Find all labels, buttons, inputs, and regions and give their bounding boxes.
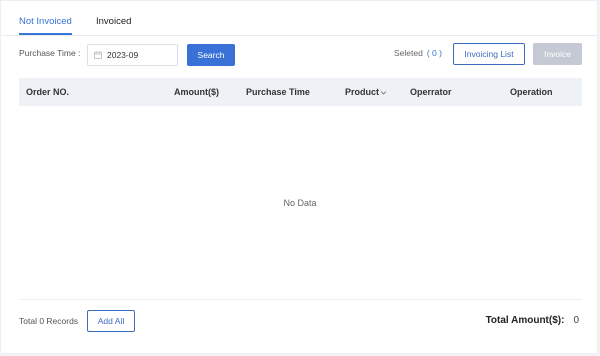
empty-state-text: No Data [283, 198, 317, 208]
add-all-button[interactable]: Add All [87, 310, 135, 332]
invoice-panel: Not Invoiced Invoiced Purchase Time : 20… [0, 0, 598, 354]
column-amount: Amount($) [174, 87, 219, 97]
column-order-no: Order NO. [26, 87, 70, 97]
column-operator: Operrator [410, 87, 452, 97]
total-amount-value: 0 [573, 315, 579, 326]
tab-invoiced[interactable]: Invoiced [96, 16, 131, 27]
invoice-button[interactable]: Invoice [533, 43, 582, 65]
selected-label: Seleted [394, 48, 423, 58]
tab-bar: Not Invoiced Invoiced [1, 1, 597, 36]
column-purchase-time: Purchase Time [246, 87, 310, 97]
total-amount-label: Total Amount($): [485, 315, 565, 326]
calendar-icon [94, 51, 102, 59]
search-button[interactable]: Search [187, 44, 235, 66]
table-header: Order NO. Amount($) Purchase Time Produc… [19, 78, 582, 106]
active-tab-indicator [19, 33, 72, 35]
purchase-time-label: Purchase Time : [19, 48, 81, 58]
chevron-down-icon [380, 91, 387, 95]
total-amount: Total Amount($): 0 [486, 315, 579, 326]
selected-count-value: ( 0 ) [426, 48, 442, 58]
purchase-time-value: 2023-09 [107, 50, 139, 60]
total-records: Total 0 Records [19, 316, 79, 326]
column-operation: Operation [510, 87, 553, 97]
column-product-label: Product [345, 87, 380, 97]
selected-count: Seleted( 0 ) [394, 48, 442, 58]
invoicing-list-button[interactable]: Invoicing List [453, 43, 525, 65]
footer-divider [19, 299, 582, 300]
tab-not-invoiced[interactable]: Not Invoiced [19, 16, 72, 27]
purchase-time-date-picker[interactable]: 2023-09 [87, 44, 178, 66]
column-product[interactable]: Product [345, 87, 387, 97]
